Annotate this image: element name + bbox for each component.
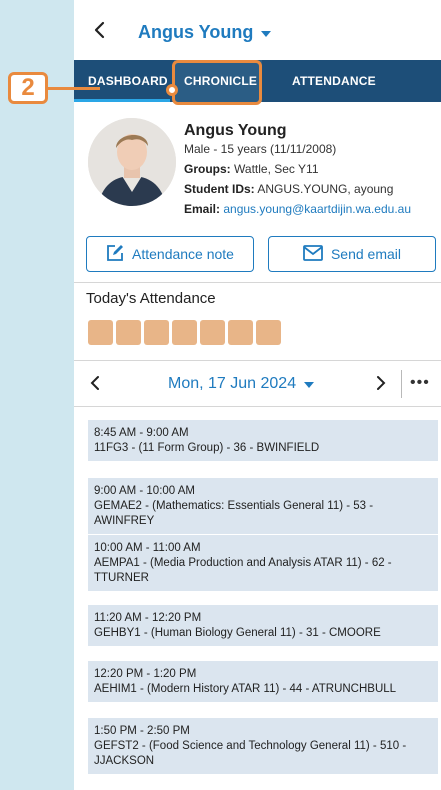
schedule-item[interactable]: 8:45 AM - 9:00 AM 11FG3 - (11 Form Group… bbox=[88, 420, 438, 461]
divider bbox=[74, 360, 441, 361]
caret-down-icon bbox=[304, 382, 315, 388]
send-email-label: Send email bbox=[330, 246, 402, 262]
attendance-blocks bbox=[88, 320, 281, 345]
profile-email: Email: angus.young@kaartdijin.wa.edu.au bbox=[184, 202, 411, 216]
prev-day-chevron-icon[interactable] bbox=[88, 374, 102, 397]
divider bbox=[74, 406, 441, 407]
attendance-period-block[interactable] bbox=[144, 320, 169, 345]
student-ids-value: ANGUS.YOUNG, ayoung bbox=[257, 182, 394, 196]
current-date: Mon, 17 Jun 2024 bbox=[168, 375, 297, 392]
top-bar: Angus Young bbox=[74, 0, 441, 60]
back-chevron-icon[interactable] bbox=[90, 20, 110, 40]
schedule-desc: GEHBY1 - (Human Biology General 11) - 31… bbox=[94, 627, 381, 639]
schedule-item[interactable]: 12:20 PM - 1:20 PM AEHIM1 - (Modern Hist… bbox=[88, 661, 438, 702]
tab-attendance[interactable]: ATTENDANCE bbox=[292, 60, 376, 102]
profile-card: Angus Young Male - 15 years (11/11/2008)… bbox=[74, 110, 441, 230]
mail-icon bbox=[303, 244, 323, 264]
groups-value: Wattle, Sec Y11 bbox=[234, 162, 319, 176]
callout-number-badge: 2 bbox=[8, 72, 48, 104]
profile-groups: Groups: Wattle, Sec Y11 bbox=[184, 162, 319, 176]
attendance-note-label: Attendance note bbox=[132, 246, 234, 262]
more-options-icon[interactable]: ••• bbox=[410, 374, 430, 392]
attendance-period-block[interactable] bbox=[200, 320, 225, 345]
schedule-desc: 11FG3 - (11 Form Group) - 36 - BWINFIELD bbox=[94, 442, 320, 454]
schedule-desc: AEMPA1 - (Media Production and Analysis … bbox=[94, 557, 392, 584]
attendance-period-block[interactable] bbox=[116, 320, 141, 345]
schedule-item[interactable]: 1:50 PM - 2:50 PM GEFST2 - (Food Science… bbox=[88, 718, 438, 774]
attendance-period-block[interactable] bbox=[228, 320, 253, 345]
callout-anchor-dot bbox=[166, 84, 178, 96]
schedule-item[interactable]: 11:20 AM - 12:20 PM GEHBY1 - (Human Biol… bbox=[88, 605, 438, 646]
groups-label: Groups: bbox=[184, 162, 231, 176]
profile-student-ids: Student IDs: ANGUS.YOUNG, ayoung bbox=[184, 182, 393, 196]
schedule-time: 11:20 AM - 12:20 PM bbox=[94, 612, 202, 624]
schedule-time: 9:00 AM - 10:00 AM bbox=[94, 485, 196, 497]
left-margin bbox=[0, 0, 74, 790]
student-name-label: Angus Young bbox=[138, 22, 254, 42]
schedule-time: 12:20 PM - 1:20 PM bbox=[94, 668, 197, 680]
schedule-item[interactable]: 9:00 AM - 10:00 AM GEMAE2 - (Mathematics… bbox=[88, 478, 438, 534]
schedule-time: 10:00 AM - 11:00 AM bbox=[94, 542, 201, 554]
student-panel: Angus Young DASHBOARD CHRONICLE ATTENDAN… bbox=[74, 0, 441, 790]
email-label: Email: bbox=[184, 202, 221, 216]
student-ids-label: Student IDs: bbox=[184, 182, 255, 196]
email-link[interactable]: angus.young@kaartdijin.wa.edu.au bbox=[223, 202, 411, 216]
caret-down-icon bbox=[261, 30, 272, 37]
avatar bbox=[88, 118, 176, 206]
edit-note-icon bbox=[106, 244, 124, 265]
schedule-time: 8:45 AM - 9:00 AM bbox=[94, 427, 189, 439]
separator bbox=[401, 370, 402, 398]
schedule-desc: GEMAE2 - (Mathematics: Essentials Genera… bbox=[94, 500, 374, 527]
attendance-period-block[interactable] bbox=[172, 320, 197, 345]
schedule-desc: GEFST2 - (Food Science and Technology Ge… bbox=[94, 740, 407, 767]
profile-name: Angus Young bbox=[184, 122, 287, 139]
student-selector[interactable]: Angus Young bbox=[138, 22, 272, 43]
attendance-period-block[interactable] bbox=[88, 320, 113, 345]
date-navigation: Mon, 17 Jun 2024 ••• bbox=[74, 362, 441, 406]
attendance-note-button[interactable]: Attendance note bbox=[86, 236, 254, 272]
date-selector[interactable]: Mon, 17 Jun 2024 bbox=[168, 375, 315, 393]
next-day-chevron-icon[interactable] bbox=[374, 374, 388, 397]
schedule-time: 1:50 PM - 2:50 PM bbox=[94, 725, 190, 737]
schedule-item[interactable]: 10:00 AM - 11:00 AM AEMPA1 - (Media Prod… bbox=[88, 535, 438, 591]
callout-connector bbox=[48, 87, 100, 90]
send-email-button[interactable]: Send email bbox=[268, 236, 436, 272]
divider bbox=[74, 282, 441, 283]
callout-highlight-frame bbox=[172, 60, 262, 105]
active-tab-indicator bbox=[74, 99, 170, 102]
attendance-title: Today's Attendance bbox=[86, 290, 216, 307]
attendance-period-block[interactable] bbox=[256, 320, 281, 345]
schedule-desc: AEHIM1 - (Modern History ATAR 11) - 44 -… bbox=[94, 683, 397, 695]
tab-dashboard[interactable]: DASHBOARD bbox=[88, 60, 168, 102]
profile-demographics: Male - 15 years (11/11/2008) bbox=[184, 142, 337, 156]
